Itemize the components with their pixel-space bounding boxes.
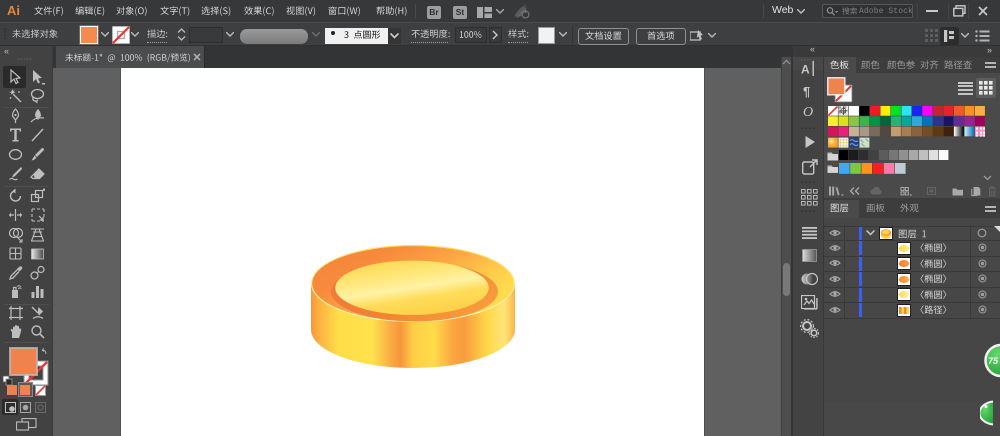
svg-text:75: 75 (988, 356, 999, 366)
svg-text:A: A (801, 63, 810, 77)
